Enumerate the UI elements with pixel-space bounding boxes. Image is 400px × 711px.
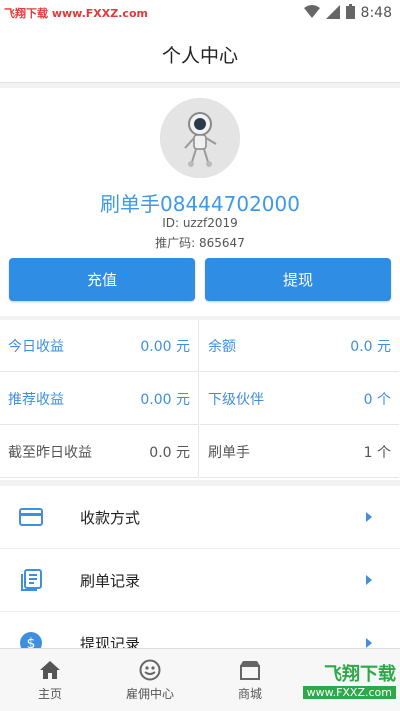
nav-hire-center[interactable]: 雇佣中心: [100, 649, 200, 711]
nav-label: 雇佣中心: [125, 686, 174, 701]
stat-sub-partners: 下级伙伴 0 个: [200, 373, 399, 425]
stat-value: 1 个: [363, 444, 391, 461]
avatar[interactable]: [160, 98, 240, 178]
stat-value: 0.0 元: [350, 338, 391, 355]
chevron-right-icon: [366, 575, 372, 585]
stat-label: 下级伙伴: [208, 391, 264, 408]
nav-home[interactable]: 主页: [0, 649, 100, 711]
stat-yesterday-income: 截至昨日收益 0.0 元: [0, 426, 199, 478]
promo-code: 推广码: 865647: [155, 236, 245, 250]
wifi-icon: [303, 4, 320, 23]
stat-order-brusher: 刷单手 1 个: [200, 426, 399, 478]
menu-item-order-records[interactable]: 刷单记录: [0, 549, 400, 612]
chevron-right-icon: [366, 512, 372, 522]
profile-card: 刷单手08444702000 ID: uzzf2019 推广码: 865647 …: [0, 88, 400, 316]
page-title: 个人中心: [161, 44, 238, 67]
stat-label: 刷单手: [208, 444, 250, 461]
stat-label: 今日收益: [8, 338, 64, 355]
list-icon: [18, 567, 44, 593]
stat-label: 余额: [208, 338, 236, 355]
username: 刷单手08444702000: [100, 192, 300, 216]
stat-value: 0.00 元: [140, 391, 190, 408]
stat-referral-income: 推荐收益 0.00 元: [0, 373, 199, 425]
status-bar: 飞翔下载 www.FXXZ.com 8:48: [0, 0, 400, 26]
signal-icon: [325, 4, 340, 23]
stat-value: 0 个: [363, 391, 391, 408]
watermark-text: 飞翔下载 www.FXXZ.com: [4, 7, 148, 20]
chevron-right-icon: [366, 638, 372, 648]
status-icons: 8:48: [303, 0, 392, 26]
header: 个人中心: [0, 26, 400, 83]
home-icon: [39, 659, 61, 681]
stat-label: 推荐收益: [8, 391, 64, 408]
withdraw-button[interactable]: 提现: [205, 258, 391, 301]
watermark-logo: 飞翔下载 www.FXXZ.com: [246, 650, 396, 708]
robot-avatar-icon: [160, 98, 240, 178]
menu-label: 收款方式: [80, 508, 141, 527]
stat-balance: 余额 0.0 元: [200, 320, 399, 372]
status-time: 8:48: [360, 5, 392, 21]
stat-today-income: 今日收益 0.00 元: [0, 320, 199, 372]
stats-grid: 今日收益 0.00 元 余额 0.0 元 推荐收益 0.00 元 下级伙伴 0 …: [0, 320, 400, 480]
menu-item-payment-method[interactable]: 收款方式: [0, 486, 400, 549]
recharge-button[interactable]: 充值: [9, 258, 195, 301]
watermark-main: 飞翔下载: [324, 663, 396, 685]
nav-label: 主页: [37, 686, 62, 701]
watermark-sub: www.FXXZ.com: [302, 685, 396, 699]
menu-list: 收款方式 刷单记录 $ 提现记录: [0, 486, 400, 675]
user-id: ID: uzzf2019: [162, 216, 238, 230]
battery-icon: [345, 3, 355, 23]
stat-label: 截至昨日收益: [8, 444, 92, 461]
stat-value: 0.00 元: [140, 338, 190, 355]
face-icon: [139, 659, 161, 681]
menu-label: 刷单记录: [80, 571, 141, 590]
card-icon: [18, 504, 44, 530]
stat-value: 0.0 元: [149, 444, 190, 461]
